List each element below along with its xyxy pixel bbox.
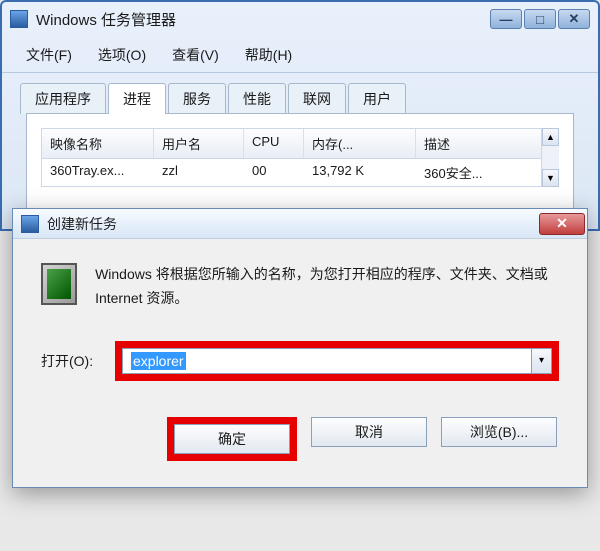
col-memory[interactable]: 内存(... [304, 129, 416, 158]
dialog-titlebar: 创建新任务 ✕ [13, 209, 587, 239]
tab-processes[interactable]: 进程 [108, 83, 166, 114]
dialog-message: Windows 将根据您所输入的名称，为您打开相应的程序、文件夹、文档或 Int… [95, 263, 559, 311]
scroll-down-icon[interactable]: ▼ [542, 169, 559, 187]
ok-button-highlight: 确定 [167, 417, 297, 461]
menu-view[interactable]: 查看(V) [160, 42, 231, 68]
open-input-value: explorer [131, 352, 186, 370]
run-icon [41, 263, 77, 305]
cell-user-name: zzl [154, 159, 244, 186]
open-input-highlight: explorer ▾ [115, 341, 559, 381]
taskmgr-icon [10, 10, 28, 28]
vertical-scrollbar[interactable]: ▲ ▼ [541, 128, 559, 187]
task-manager-window: Windows 任务管理器 — □ ✕ 文件(F) 选项(O) 查看(V) 帮助… [0, 0, 600, 231]
tab-services[interactable]: 服务 [168, 83, 226, 114]
tab-applications[interactable]: 应用程序 [20, 83, 106, 114]
menubar: 文件(F) 选项(O) 查看(V) 帮助(H) [2, 38, 598, 73]
tab-network[interactable]: 联网 [288, 83, 346, 114]
dialog-close-button[interactable]: ✕ [539, 213, 585, 235]
table-row[interactable]: 360Tray.ex... zzl 00 13,792 K 360安全... [42, 159, 558, 186]
scroll-up-icon[interactable]: ▲ [542, 128, 559, 146]
window-controls: — □ ✕ [490, 9, 590, 29]
dialog-buttons: 确定 取消 浏览(B)... [41, 417, 559, 461]
create-new-task-dialog: 创建新任务 ✕ Windows 将根据您所输入的名称，为您打开相应的程序、文件夹… [12, 208, 588, 488]
dialog-body: Windows 将根据您所输入的名称，为您打开相应的程序、文件夹、文档或 Int… [13, 239, 587, 461]
cell-cpu: 00 [244, 159, 304, 186]
open-row: 打开(O): explorer ▾ [41, 341, 559, 381]
table-header: 映像名称 用户名 CPU 内存(... 描述 [42, 129, 558, 159]
process-table: 映像名称 用户名 CPU 内存(... 描述 360Tray.ex... zzl… [41, 128, 559, 187]
dropdown-icon[interactable]: ▾ [532, 348, 552, 374]
col-description[interactable]: 描述 [416, 129, 558, 158]
tabs: 应用程序 进程 服务 性能 联网 用户 [2, 73, 598, 114]
col-image-name[interactable]: 映像名称 [42, 129, 154, 158]
cell-memory: 13,792 K [304, 159, 416, 186]
dialog-title: 创建新任务 [47, 214, 117, 234]
menu-options[interactable]: 选项(O) [86, 42, 158, 68]
close-button[interactable]: ✕ [558, 9, 590, 29]
menu-help[interactable]: 帮助(H) [233, 42, 304, 68]
maximize-button[interactable]: □ [524, 9, 556, 29]
cell-image-name: 360Tray.ex... [42, 159, 154, 186]
tab-users[interactable]: 用户 [348, 83, 406, 114]
tab-performance[interactable]: 性能 [228, 83, 286, 114]
col-cpu[interactable]: CPU [244, 129, 304, 158]
open-label: 打开(O): [41, 351, 109, 371]
cancel-button[interactable]: 取消 [311, 417, 427, 447]
col-user-name[interactable]: 用户名 [154, 129, 244, 158]
open-input[interactable]: explorer [122, 348, 532, 374]
ok-button[interactable]: 确定 [174, 424, 290, 454]
browse-button[interactable]: 浏览(B)... [441, 417, 557, 447]
taskmgr-titlebar: Windows 任务管理器 — □ ✕ [2, 2, 598, 38]
taskmgr-title: Windows 任务管理器 [36, 9, 176, 30]
dialog-icon [21, 215, 39, 233]
minimize-button[interactable]: — [490, 9, 522, 29]
menu-file[interactable]: 文件(F) [14, 42, 84, 68]
cell-description: 360安全... [416, 159, 558, 186]
